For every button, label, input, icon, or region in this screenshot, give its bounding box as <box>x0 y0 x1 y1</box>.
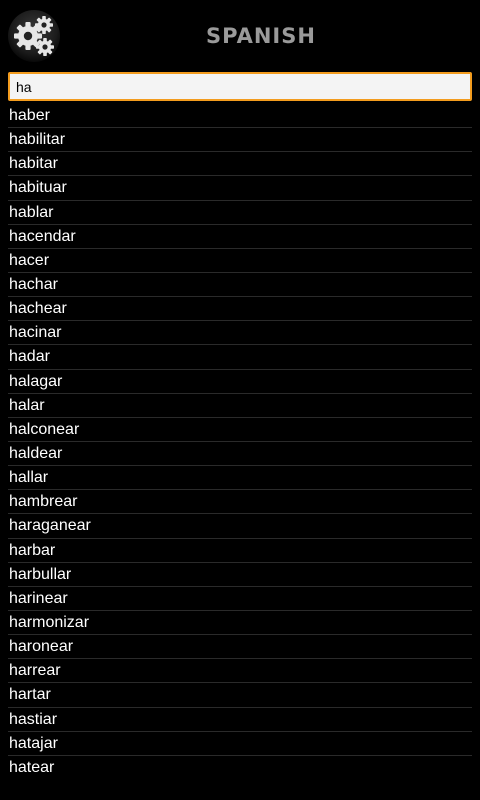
list-item[interactable]: hambrear <box>8 490 472 515</box>
list-item[interactable]: hallar <box>8 466 472 491</box>
list-item[interactable]: hachar <box>8 273 472 298</box>
list-item[interactable]: haldear <box>8 442 472 467</box>
list-item[interactable]: hacer <box>8 249 472 273</box>
list-item[interactable]: hacendar <box>8 225 472 249</box>
list-item[interactable]: hacinar <box>8 321 472 346</box>
list-item[interactable]: halconear <box>8 418 472 442</box>
list-item[interactable]: haber <box>8 104 472 129</box>
list-item[interactable]: hastiar <box>8 708 472 732</box>
list-item[interactable]: hatajar <box>8 732 472 756</box>
list-item[interactable]: habitar <box>8 152 472 177</box>
list-item[interactable]: harbar <box>8 539 472 563</box>
list-item[interactable]: hablar <box>8 201 472 225</box>
list-item[interactable]: harbullar <box>8 563 472 587</box>
list-item[interactable]: harinear <box>8 587 472 611</box>
word-list: haber habilitar habitar habituar hablar hacen… <box>8 104 472 780</box>
list-item[interactable]: haronear <box>8 635 472 660</box>
search-box <box>8 72 472 101</box>
list-item[interactable]: hachear <box>8 297 472 322</box>
gears-icon <box>14 16 54 56</box>
settings-button[interactable] <box>8 10 60 62</box>
list-item[interactable]: habilitar <box>8 128 472 153</box>
page-title: SPANISH <box>206 24 316 48</box>
list-item[interactable]: hatear <box>8 756 472 780</box>
list-item[interactable]: halar <box>8 394 472 418</box>
list-item[interactable]: habituar <box>8 176 472 201</box>
search-input[interactable] <box>8 72 472 101</box>
list-item[interactable]: haraganear <box>8 514 472 539</box>
list-item[interactable]: harmonizar <box>8 611 472 636</box>
list-item[interactable]: hadar <box>8 345 472 370</box>
list-item[interactable]: harrear <box>8 659 472 684</box>
app-header: SPANISH <box>0 0 480 70</box>
list-item[interactable]: hartar <box>8 683 472 708</box>
list-item[interactable]: halagar <box>8 370 472 394</box>
